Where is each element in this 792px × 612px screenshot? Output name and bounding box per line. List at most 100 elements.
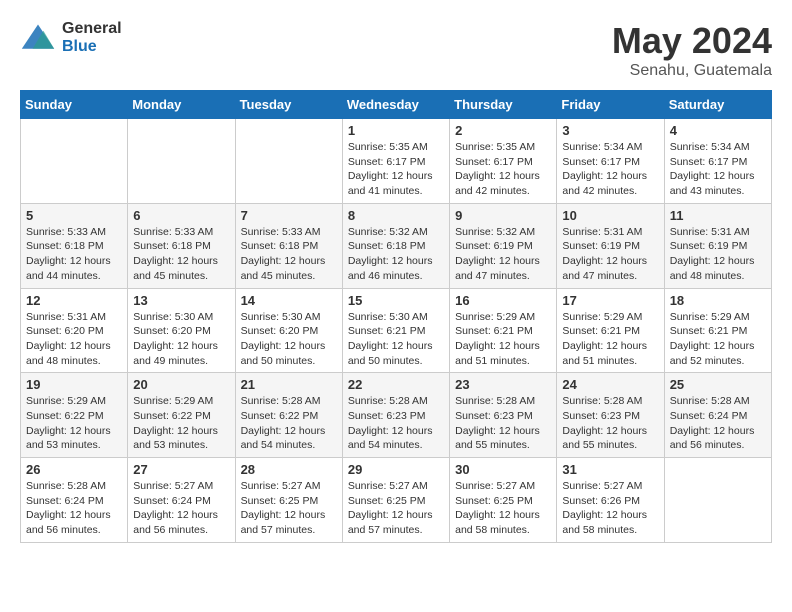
logo-general-text: General (62, 20, 122, 38)
day-number-21: 21 (241, 377, 337, 392)
day-info-23: Sunrise: 5:28 AM Sunset: 6:23 PM Dayligh… (455, 394, 551, 453)
logo-blue-text: Blue (62, 38, 122, 56)
day-number-26: 26 (26, 462, 122, 477)
day-number-28: 28 (241, 462, 337, 477)
day-info-20: Sunrise: 5:29 AM Sunset: 6:22 PM Dayligh… (133, 394, 229, 453)
day-info-15: Sunrise: 5:30 AM Sunset: 6:21 PM Dayligh… (348, 310, 444, 369)
calendar-cell-w1-d1: 6 Sunrise: 5:33 AM Sunset: 6:18 PM Daylig… (128, 203, 235, 288)
header-wednesday: Wednesday (342, 91, 449, 119)
calendar-cell-w1-d3: 8 Sunrise: 5:32 AM Sunset: 6:18 PM Daylig… (342, 203, 449, 288)
calendar-cell-w0-d5: 3 Sunrise: 5:34 AM Sunset: 6:17 PM Daylig… (557, 119, 664, 204)
day-info-24: Sunrise: 5:28 AM Sunset: 6:23 PM Dayligh… (562, 394, 658, 453)
calendar-cell-w2-d1: 13Sunrise: 5:30 AM Sunset: 6:20 PM Dayli… (128, 288, 235, 373)
week-row-2: 12 Sunrise: 5:31 AM Sunset: 6:20 PM Dayli… (21, 288, 772, 373)
logo: General Blue (20, 20, 122, 56)
day-number-12: 12 (26, 293, 122, 308)
day-info-17: Sunrise: 5:29 AM Sunset: 6:21 PM Dayligh… (562, 310, 658, 369)
calendar-cell-w1-d4: 9Sunrise: 5:32 AM Sunset: 6:19 PM Daylig… (450, 203, 557, 288)
calendar-cell-w3-d6: 25Sunrise: 5:28 AM Sunset: 6:24 PM Dayli… (664, 373, 771, 458)
calendar-cell-w4-d4: 30Sunrise: 5:27 AM Sunset: 6:25 PM Dayli… (450, 458, 557, 543)
day-info-11: Sunrise: 5:31 AM Sunset: 6:19 PM Dayligh… (670, 225, 766, 284)
day-info-7: Sunrise: 5:33 AM Sunset: 6:18 PM Dayligh… (241, 225, 337, 284)
day-number-23: 23 (455, 377, 551, 392)
day-number-29: 29 (348, 462, 444, 477)
day-info-8: Sunrise: 5:32 AM Sunset: 6:18 PM Dayligh… (348, 225, 444, 284)
day-number-11: 11 (670, 208, 766, 223)
day-number-2: 2 (455, 123, 551, 138)
day-info-6: Sunrise: 5:33 AM Sunset: 6:18 PM Dayligh… (133, 225, 229, 284)
page-container: General Blue May 2024 Senahu, Guatemala … (0, 0, 792, 553)
calendar-cell-w1-d5: 10Sunrise: 5:31 AM Sunset: 6:19 PM Dayli… (557, 203, 664, 288)
title-block: May 2024 Senahu, Guatemala (612, 20, 772, 80)
day-number-20: 20 (133, 377, 229, 392)
day-info-19: Sunrise: 5:29 AM Sunset: 6:22 PM Dayligh… (26, 394, 122, 453)
day-info-30: Sunrise: 5:27 AM Sunset: 6:25 PM Dayligh… (455, 479, 551, 538)
calendar-cell-w0-d4: 2 Sunrise: 5:35 AM Sunset: 6:17 PM Daylig… (450, 119, 557, 204)
calendar-cell-w1-d6: 11 Sunrise: 5:31 AM Sunset: 6:19 PM Dayli… (664, 203, 771, 288)
calendar-cell-w2-d0: 12 Sunrise: 5:31 AM Sunset: 6:20 PM Dayli… (21, 288, 128, 373)
day-info-28: Sunrise: 5:27 AM Sunset: 6:25 PM Dayligh… (241, 479, 337, 538)
day-info-29: Sunrise: 5:27 AM Sunset: 6:25 PM Dayligh… (348, 479, 444, 538)
calendar-title: May 2024 (612, 20, 772, 62)
day-number-6: 6 (133, 208, 229, 223)
header-monday: Monday (128, 91, 235, 119)
calendar-cell-w1-d0: 5 Sunrise: 5:33 AM Sunset: 6:18 PM Daylig… (21, 203, 128, 288)
header-saturday: Saturday (664, 91, 771, 119)
calendar-cell-w4-d3: 29 Sunrise: 5:27 AM Sunset: 6:25 PM Dayli… (342, 458, 449, 543)
weekday-header-row: Sunday Monday Tuesday Wednesday Thursday… (21, 91, 772, 119)
calendar-cell-w3-d5: 24 Sunrise: 5:28 AM Sunset: 6:23 PM Dayli… (557, 373, 664, 458)
day-number-16: 16 (455, 293, 551, 308)
calendar-cell-w4-d0: 26Sunrise: 5:28 AM Sunset: 6:24 PM Dayli… (21, 458, 128, 543)
calendar-cell-w3-d3: 22Sunrise: 5:28 AM Sunset: 6:23 PM Dayli… (342, 373, 449, 458)
calendar-cell-w0-d2 (235, 119, 342, 204)
day-number-5: 5 (26, 208, 122, 223)
calendar-cell-w0-d3: 1 Sunrise: 5:35 AM Sunset: 6:17 PM Daylig… (342, 119, 449, 204)
calendar-cell-w2-d6: 18Sunrise: 5:29 AM Sunset: 6:21 PM Dayli… (664, 288, 771, 373)
calendar-table: Sunday Monday Tuesday Wednesday Thursday… (20, 90, 772, 543)
day-number-15: 15 (348, 293, 444, 308)
day-info-21: Sunrise: 5:28 AM Sunset: 6:22 PM Dayligh… (241, 394, 337, 453)
calendar-cell-w3-d4: 23 Sunrise: 5:28 AM Sunset: 6:23 PM Dayli… (450, 373, 557, 458)
day-info-3: Sunrise: 5:34 AM Sunset: 6:17 PM Dayligh… (562, 140, 658, 199)
header-tuesday: Tuesday (235, 91, 342, 119)
logo-icon (20, 20, 56, 56)
calendar-location: Senahu, Guatemala (612, 62, 772, 80)
week-row-4: 26Sunrise: 5:28 AM Sunset: 6:24 PM Dayli… (21, 458, 772, 543)
day-number-3: 3 (562, 123, 658, 138)
day-number-24: 24 (562, 377, 658, 392)
calendar-cell-w2-d5: 17Sunrise: 5:29 AM Sunset: 6:21 PM Dayli… (557, 288, 664, 373)
calendar-cell-w4-d6 (664, 458, 771, 543)
day-info-4: Sunrise: 5:34 AM Sunset: 6:17 PM Dayligh… (670, 140, 766, 199)
day-info-2: Sunrise: 5:35 AM Sunset: 6:17 PM Dayligh… (455, 140, 551, 199)
day-number-7: 7 (241, 208, 337, 223)
day-number-27: 27 (133, 462, 229, 477)
calendar-cell-w4-d5: 31Sunrise: 5:27 AM Sunset: 6:26 PM Dayli… (557, 458, 664, 543)
day-info-16: Sunrise: 5:29 AM Sunset: 6:21 PM Dayligh… (455, 310, 551, 369)
day-number-14: 14 (241, 293, 337, 308)
day-number-9: 9 (455, 208, 551, 223)
day-number-18: 18 (670, 293, 766, 308)
calendar-cell-w4-d2: 28 Sunrise: 5:27 AM Sunset: 6:25 PM Dayli… (235, 458, 342, 543)
day-number-8: 8 (348, 208, 444, 223)
day-info-13: Sunrise: 5:30 AM Sunset: 6:20 PM Dayligh… (133, 310, 229, 369)
day-number-10: 10 (562, 208, 658, 223)
day-number-19: 19 (26, 377, 122, 392)
day-info-5: Sunrise: 5:33 AM Sunset: 6:18 PM Dayligh… (26, 225, 122, 284)
calendar-cell-w0-d0 (21, 119, 128, 204)
day-info-14: Sunrise: 5:30 AM Sunset: 6:20 PM Dayligh… (241, 310, 337, 369)
calendar-cell-w3-d2: 21 Sunrise: 5:28 AM Sunset: 6:22 PM Dayli… (235, 373, 342, 458)
day-number-1: 1 (348, 123, 444, 138)
calendar-cell-w2-d4: 16 Sunrise: 5:29 AM Sunset: 6:21 PM Dayli… (450, 288, 557, 373)
day-number-22: 22 (348, 377, 444, 392)
header: General Blue May 2024 Senahu, Guatemala (20, 20, 772, 80)
calendar-cell-w2-d3: 15 Sunrise: 5:30 AM Sunset: 6:21 PM Dayli… (342, 288, 449, 373)
calendar-cell-w0-d6: 4Sunrise: 5:34 AM Sunset: 6:17 PM Daylig… (664, 119, 771, 204)
day-info-1: Sunrise: 5:35 AM Sunset: 6:17 PM Dayligh… (348, 140, 444, 199)
header-thursday: Thursday (450, 91, 557, 119)
logo-text: General Blue (62, 20, 122, 55)
day-info-25: Sunrise: 5:28 AM Sunset: 6:24 PM Dayligh… (670, 394, 766, 453)
week-row-0: 1 Sunrise: 5:35 AM Sunset: 6:17 PM Daylig… (21, 119, 772, 204)
day-number-31: 31 (562, 462, 658, 477)
week-row-3: 19 Sunrise: 5:29 AM Sunset: 6:22 PM Dayli… (21, 373, 772, 458)
day-info-12: Sunrise: 5:31 AM Sunset: 6:20 PM Dayligh… (26, 310, 122, 369)
